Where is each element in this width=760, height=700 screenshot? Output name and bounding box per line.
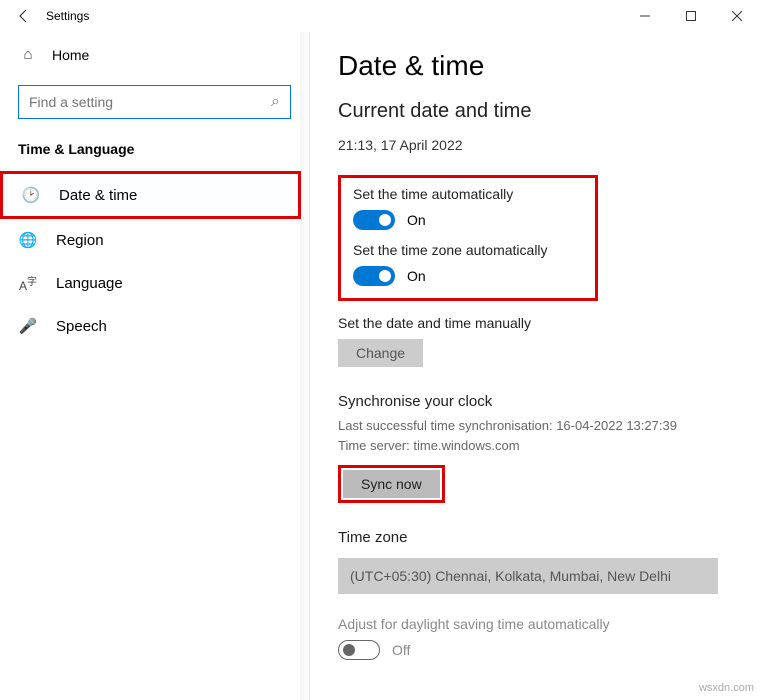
close-button[interactable] [714,0,760,32]
titlebar: Settings [0,0,760,32]
auto-time-label: Set the time automatically [353,186,583,202]
window-title: Settings [40,9,89,23]
nav-label: Date & time [59,187,137,204]
globe-icon: 🌐 [18,231,38,249]
auto-settings-group: Set the time automatically On Set the ti… [338,175,598,301]
dst-label: Adjust for daylight saving time automati… [338,616,732,632]
nav-label: Region [56,232,104,249]
watermark: wsxdn.com [699,682,754,694]
language-icon: A字 [18,273,38,293]
sync-highlight: Sync now [338,465,445,503]
auto-tz-state: On [407,268,426,284]
auto-time-toggle[interactable] [353,210,395,230]
page-title: Date & time [338,50,732,82]
home-label: Home [52,47,89,63]
auto-time-state: On [407,212,426,228]
nav-speech[interactable]: 🎤 Speech [0,305,309,347]
search-box[interactable]: ⌕ [18,85,291,119]
dst-toggle [338,640,380,660]
change-button: Change [338,339,423,367]
nav-label: Speech [56,318,107,335]
sync-header: Synchronise your clock [338,393,732,410]
home-icon: ⌂ [18,46,38,63]
dst-group: Adjust for daylight saving time automati… [338,616,732,660]
sidebar: ⌂ Home ⌕ Time & Language 🕑 Date & time 🌐… [0,32,310,700]
back-button[interactable] [8,0,40,32]
nav-date-time[interactable]: 🕑 Date & time [0,171,301,219]
microphone-icon: 🎤 [18,317,38,335]
auto-tz-label: Set the time zone automatically [353,242,583,258]
timezone-select: (UTC+05:30) Chennai, Kolkata, Mumbai, Ne… [338,558,718,594]
search-icon: ⌕ [271,93,280,111]
nav-language[interactable]: A字 Language [0,261,309,305]
minimize-button[interactable] [622,0,668,32]
maximize-button[interactable] [668,0,714,32]
clock-icon: 🕑 [21,186,41,204]
nav-label: Language [56,275,123,292]
section-header: Time & Language [0,137,309,171]
sync-now-button[interactable]: Sync now [343,470,440,498]
manual-label: Set the date and time manually [338,315,732,331]
home-nav[interactable]: ⌂ Home [0,32,309,77]
main-panel: Date & time Current date and time 21:13,… [310,32,760,700]
search-input[interactable] [29,94,271,110]
dst-state: Off [392,642,410,658]
sync-last: Last successful time synchronisation: 16… [338,416,732,436]
tz-header: Time zone [338,529,732,546]
nav-region[interactable]: 🌐 Region [0,219,309,261]
page-subtitle: Current date and time [338,100,732,123]
auto-tz-toggle[interactable] [353,266,395,286]
sync-server: Time server: time.windows.com [338,436,732,456]
current-datetime: 21:13, 17 April 2022 [338,137,732,153]
